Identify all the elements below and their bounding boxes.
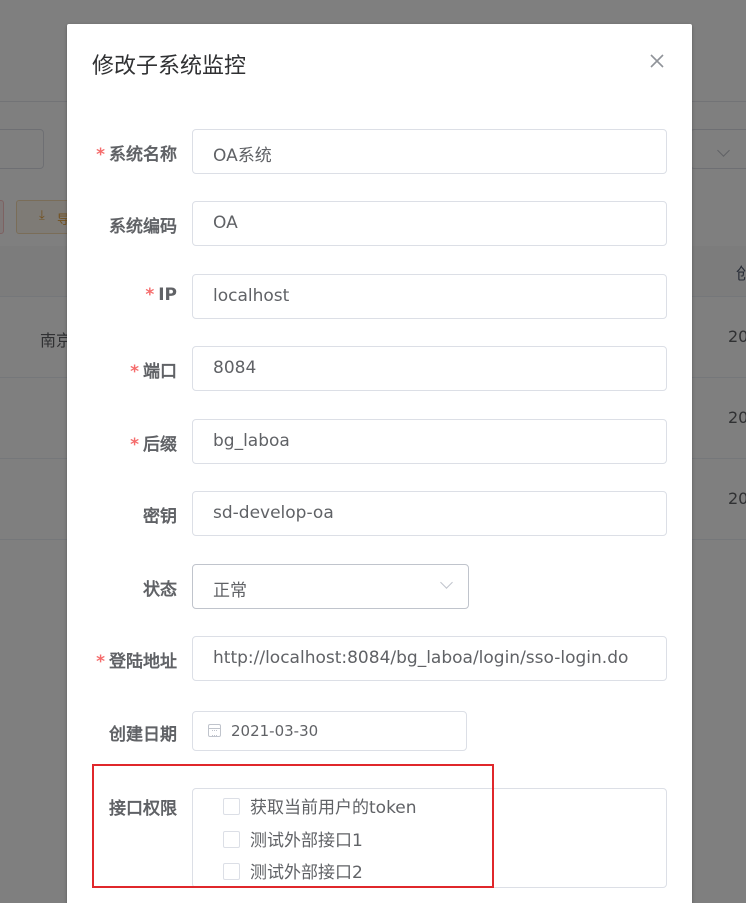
ip-input[interactable]: localhost [192,274,667,319]
secret-input[interactable]: sd-develop-oa [192,491,667,536]
status-select[interactable]: 正常 [192,564,469,609]
suffix-label: * 后缀 [130,435,177,455]
login-url-input[interactable]: http://localhost:8084/bg_laboa/login/sso… [192,636,667,681]
form-item-system-name: * 系统名称 OA系统 [67,129,692,174]
form-item-port: * 端口 8084 [67,346,692,391]
highlight-annotation-box [92,764,494,888]
port-input[interactable]: 8084 [192,346,667,391]
form-item-login-url: * 登陆地址 http://localhost:8084/bg_laboa/log… [67,636,692,681]
form-item-suffix: * 后缀 bg_laboa [67,419,692,464]
system-code-input[interactable]: OA [192,201,667,246]
calendar-icon [208,724,221,737]
chevron-down-icon [440,576,453,589]
form-item-ip: * IP localhost [67,274,692,319]
form-item-system-code: 系统编码 OA [67,201,692,246]
created-date-label: 创建日期 [109,725,177,745]
form-item-status: 状态 正常 [67,564,692,609]
secret-label: 密钥 [143,507,177,527]
form-item-secret: 密钥 sd-develop-oa [67,491,692,536]
status-select-value: 正常 [213,581,247,601]
close-icon[interactable] [645,49,669,73]
form-item-created-date: 创建日期 2021-03-30 [67,711,692,756]
ip-label: * IP [145,285,177,305]
created-date-picker[interactable]: 2021-03-30 [192,711,467,751]
system-name-label: * 系统名称 [96,145,177,165]
status-label: 状态 [143,580,177,600]
created-date-value: 2021-03-30 [231,722,319,740]
suffix-input[interactable]: bg_laboa [192,419,667,464]
dialog-title: 修改子系统监控 [92,54,247,79]
system-name-input[interactable]: OA系统 [192,129,667,174]
system-code-label: 系统编码 [109,217,177,237]
port-label: * 端口 [130,362,177,382]
login-url-label: * 登陆地址 [96,652,177,672]
